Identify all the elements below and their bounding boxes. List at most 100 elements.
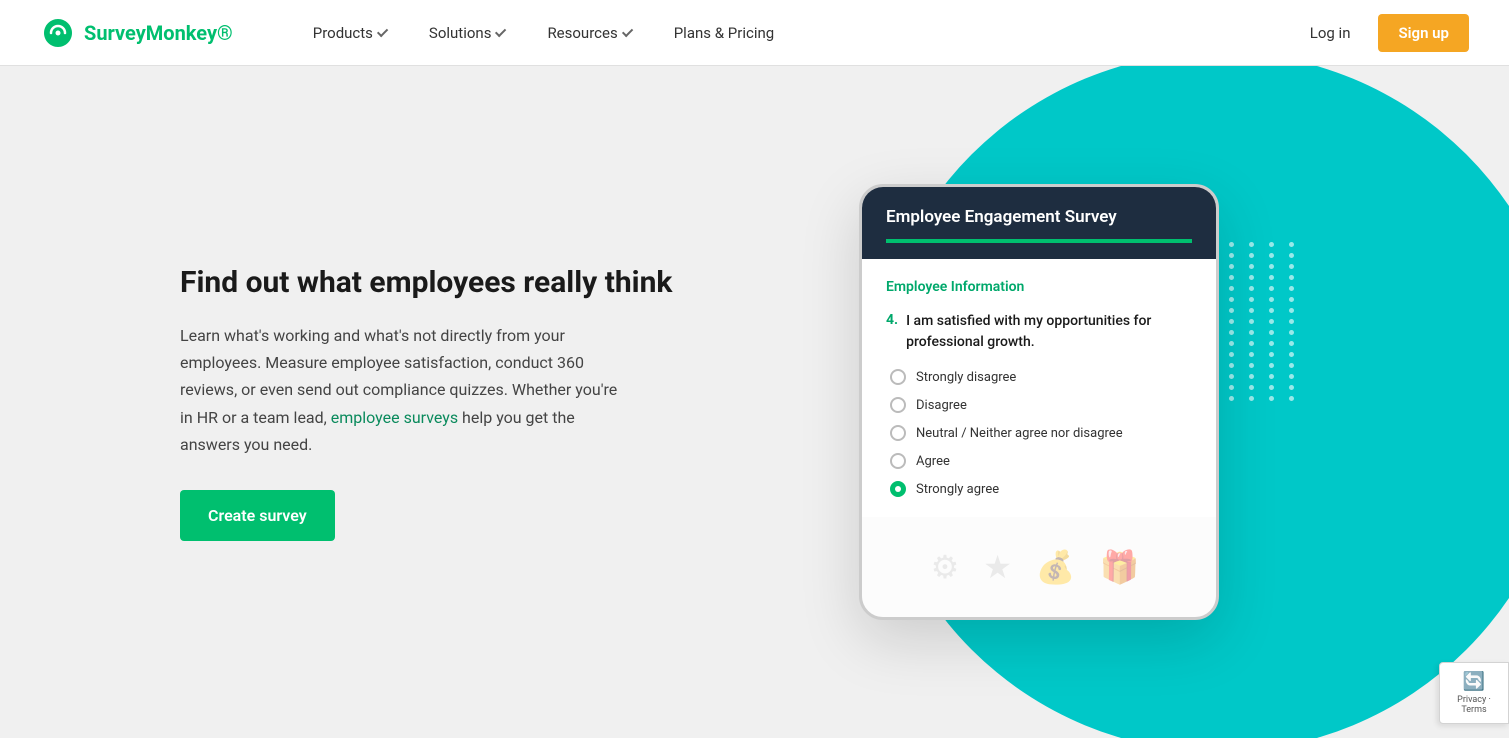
- dot: [1229, 385, 1234, 390]
- nav-resources-label: Resources: [547, 24, 617, 42]
- dot: [1269, 385, 1274, 390]
- login-button[interactable]: Log in: [1298, 16, 1363, 50]
- dot: [1249, 385, 1254, 390]
- hero-section: Find out what employees really think Lea…: [0, 66, 1509, 738]
- radio-selected-icon[interactable]: [890, 481, 906, 497]
- phone-footer: ⚙ ★ 💰 🎁: [862, 517, 1216, 617]
- question-row: 4. I am satisfied with my opportunities …: [886, 311, 1192, 353]
- dot: [1289, 275, 1294, 280]
- radio-unselected-icon[interactable]: [890, 453, 906, 469]
- phone-mockup: Employee Engagement Survey Employee Info…: [859, 184, 1219, 620]
- recaptcha-text: Privacy · Terms: [1450, 695, 1498, 715]
- employee-surveys-link[interactable]: employee surveys: [331, 408, 458, 427]
- dot: [1289, 264, 1294, 269]
- footer-decoration: ⚙ ★ 💰 🎁: [931, 548, 1148, 586]
- dot: [1229, 319, 1234, 324]
- navbar: SurveyMonkey® Products Solutions Resourc…: [0, 0, 1509, 66]
- dot: [1269, 374, 1274, 379]
- create-survey-button[interactable]: Create survey: [180, 490, 335, 541]
- nav-resources[interactable]: Resources: [527, 0, 653, 66]
- dot: [1249, 396, 1254, 401]
- dot: [1249, 330, 1254, 335]
- dot: [1249, 286, 1254, 291]
- surveymonkey-logo-icon: [40, 15, 76, 51]
- nav-products[interactable]: Products: [293, 0, 409, 66]
- dot: [1269, 363, 1274, 368]
- nav-pricing-label: Plans & Pricing: [674, 24, 774, 42]
- options-list: Strongly disagree Disagree Neutral / Neith…: [886, 369, 1192, 497]
- dot: [1289, 341, 1294, 346]
- dot: [1229, 275, 1234, 280]
- phone-frame: Employee Engagement Survey Employee Info…: [859, 184, 1219, 620]
- dot: [1289, 242, 1294, 247]
- dot: [1249, 374, 1254, 379]
- chevron-down-icon: [495, 25, 506, 36]
- radio-unselected-icon[interactable]: [890, 397, 906, 413]
- radio-unselected-icon[interactable]: [890, 425, 906, 441]
- chevron-down-icon: [622, 25, 633, 36]
- dot: [1229, 330, 1234, 335]
- hero-content: Find out what employees really think Lea…: [180, 263, 680, 541]
- signup-button[interactable]: Sign up: [1378, 14, 1469, 52]
- dot: [1289, 319, 1294, 324]
- option-label: Strongly agree: [916, 482, 999, 497]
- survey-title: Employee Engagement Survey: [886, 207, 1192, 227]
- dot: [1249, 242, 1254, 247]
- dot: [1289, 396, 1294, 401]
- option-label: Strongly disagree: [916, 370, 1016, 385]
- dot: [1249, 297, 1254, 302]
- dot: [1249, 341, 1254, 346]
- nav-pricing[interactable]: Plans & Pricing: [654, 0, 794, 66]
- dot: [1249, 308, 1254, 313]
- dot: [1289, 385, 1294, 390]
- nav-solutions[interactable]: Solutions: [409, 0, 528, 66]
- dot: [1249, 352, 1254, 357]
- recaptcha-badge: 🔄 Privacy · Terms: [1439, 662, 1509, 724]
- dot: [1249, 363, 1254, 368]
- dot: [1289, 363, 1294, 368]
- nav-right: Log in Sign up: [1298, 14, 1469, 52]
- dot: [1249, 264, 1254, 269]
- section-label: Employee Information: [886, 279, 1192, 295]
- nav-links: Products Solutions Resources Plans & Pri…: [293, 0, 1298, 66]
- dot: [1229, 341, 1234, 346]
- question-number: 4.: [886, 311, 898, 353]
- question-text: I am satisfied with my opportunities for…: [906, 311, 1192, 353]
- option-item: Disagree: [890, 397, 1192, 413]
- dot: [1229, 242, 1234, 247]
- dot: [1249, 319, 1254, 324]
- dot: [1289, 352, 1294, 357]
- hero-title: Find out what employees really think: [180, 263, 680, 302]
- dot: [1269, 308, 1274, 313]
- dot: [1229, 352, 1234, 357]
- dot: [1229, 297, 1234, 302]
- dot: [1269, 286, 1274, 291]
- option-item: Neutral / Neither agree nor disagree: [890, 425, 1192, 441]
- option-item: Strongly agree: [890, 481, 1192, 497]
- dot: [1269, 352, 1274, 357]
- dot: [1289, 286, 1294, 291]
- phone-body: Employee Information 4. I am satisfied w…: [862, 259, 1216, 517]
- nav-products-label: Products: [313, 24, 373, 42]
- dot: [1269, 242, 1274, 247]
- dot: [1269, 319, 1274, 324]
- option-item: Strongly disagree: [890, 369, 1192, 385]
- dot: [1269, 253, 1274, 258]
- dot: [1229, 396, 1234, 401]
- dot: [1269, 396, 1274, 401]
- dot: [1229, 286, 1234, 291]
- dot: [1229, 253, 1234, 258]
- option-label: Neutral / Neither agree nor disagree: [916, 426, 1123, 441]
- green-accent-bar: [886, 239, 1192, 243]
- option-item: Agree: [890, 453, 1192, 469]
- dot: [1269, 297, 1274, 302]
- dot: [1249, 253, 1254, 258]
- dot: [1269, 275, 1274, 280]
- dot: [1289, 297, 1294, 302]
- logo[interactable]: SurveyMonkey®: [40, 15, 233, 51]
- nav-solutions-label: Solutions: [429, 24, 492, 42]
- dot: [1289, 253, 1294, 258]
- logo-text: SurveyMonkey®: [84, 21, 233, 45]
- radio-unselected-icon[interactable]: [890, 369, 906, 385]
- option-label: Disagree: [916, 398, 967, 413]
